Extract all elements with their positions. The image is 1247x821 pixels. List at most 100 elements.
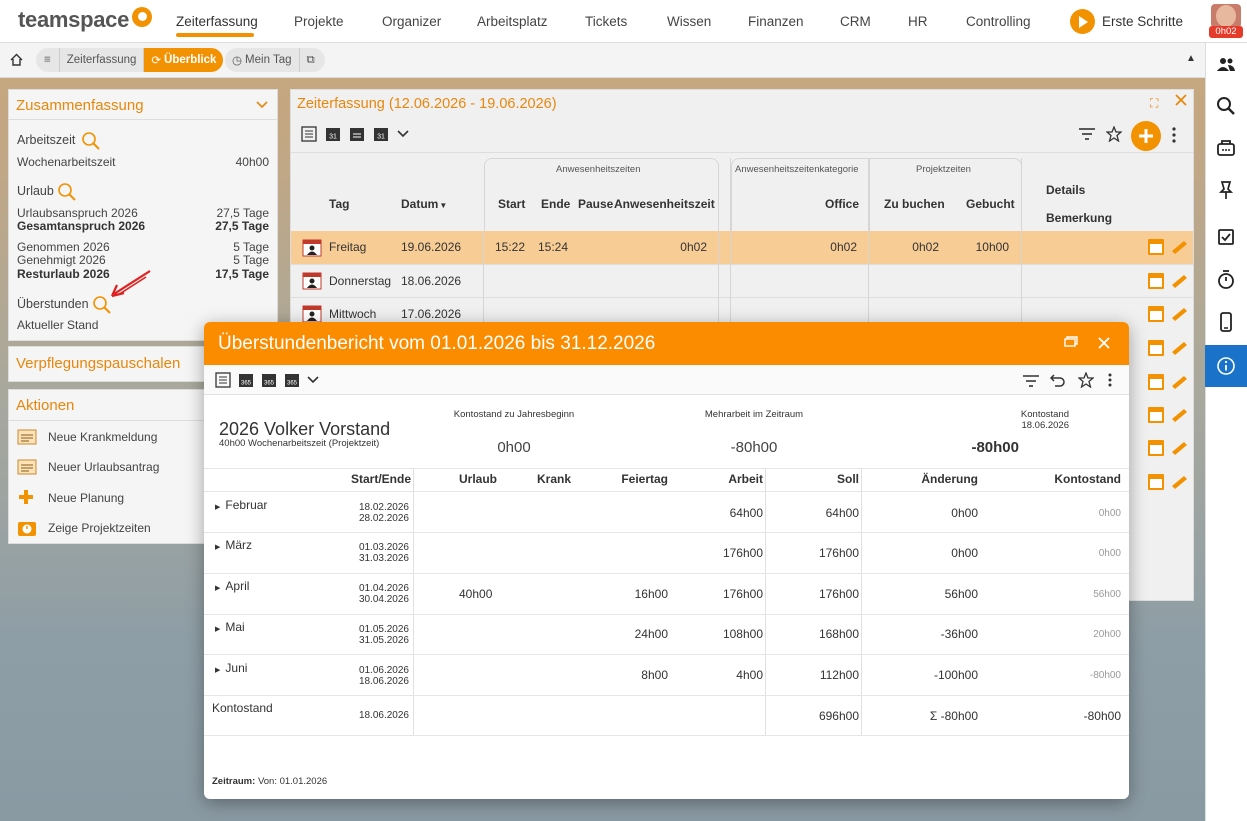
- col-datum[interactable]: Datum▼: [401, 197, 447, 211]
- breadcrumb-zeiterfassung[interactable]: Zeiterfassung: [60, 48, 145, 72]
- col-kontostand[interactable]: Kontostand: [1014, 472, 1121, 486]
- nav-tickets[interactable]: Tickets: [585, 14, 627, 29]
- search-icon[interactable]: [1205, 85, 1247, 127]
- col-urlaub[interactable]: Urlaub: [459, 472, 497, 486]
- external-link-icon[interactable]: ⧉: [300, 48, 322, 72]
- row-start: 01.03.2026: [358, 542, 409, 553]
- menu-icon[interactable]: ≡: [36, 48, 60, 72]
- users-icon[interactable]: [1205, 43, 1247, 85]
- home-icon[interactable]: [10, 53, 23, 66]
- collapse-up-icon[interactable]: ▲: [1186, 53, 1196, 64]
- chevron-down-icon[interactable]: [255, 100, 269, 110]
- chevron-down-icon[interactable]: [307, 372, 319, 388]
- view-toolbar: 31 31: [301, 126, 409, 142]
- filter-icon[interactable]: [1022, 374, 1040, 388]
- undo-icon[interactable]: [1050, 372, 1066, 388]
- expand-icon[interactable]: ▶: [215, 544, 220, 551]
- calendar-week-icon[interactable]: [349, 126, 365, 142]
- aktion-krankmeldung[interactable]: Neue Krankmeldung: [48, 430, 157, 444]
- col-feiertag[interactable]: Feiertag: [594, 472, 668, 486]
- col-tag[interactable]: Tag: [329, 197, 349, 211]
- expand-icon[interactable]: ▶: [215, 585, 220, 592]
- col-start[interactable]: Start: [498, 197, 525, 211]
- maximize-icon[interactable]: ⛶: [1150, 96, 1158, 111]
- row-end: 31.03.2026: [358, 553, 409, 564]
- divider: [204, 573, 1129, 574]
- calendar-year-icon[interactable]: 365: [284, 372, 300, 388]
- nav-finanzen[interactable]: Finanzen: [748, 14, 804, 29]
- col-details[interactable]: Details: [1046, 183, 1085, 197]
- dialog-close-icon[interactable]: [1097, 336, 1111, 350]
- add-entry-button[interactable]: [1131, 121, 1161, 151]
- restore-window-icon[interactable]: [1064, 336, 1078, 348]
- erste-schritte-button[interactable]: Erste Schritte: [1070, 9, 1183, 34]
- genehmigt-label: Genehmigt 2026: [17, 253, 106, 267]
- col-bemerkung[interactable]: Bemerkung: [1046, 211, 1112, 225]
- list-view-icon[interactable]: [301, 126, 317, 142]
- more-vert-icon[interactable]: [1108, 373, 1112, 387]
- nav-zeiterfassung[interactable]: Zeiterfassung: [176, 14, 258, 29]
- tasks-icon[interactable]: [1205, 216, 1247, 258]
- star-icon[interactable]: [1106, 126, 1122, 142]
- time-badge: 0h02: [1209, 26, 1243, 38]
- nav-arbeitsplatz[interactable]: Arbeitsplatz: [477, 14, 548, 29]
- aktion-urlaubsantrag[interactable]: Neuer Urlaubsantrag: [48, 460, 159, 474]
- inbox-icon[interactable]: [1205, 127, 1247, 169]
- col-pause[interactable]: Pause: [578, 197, 613, 211]
- nav-wissen[interactable]: Wissen: [667, 14, 711, 29]
- close-icon[interactable]: [1174, 93, 1188, 107]
- breadcrumb-ueberblick[interactable]: ⟳ Überblick: [144, 48, 224, 72]
- genommen-value: 5 Tage: [233, 240, 269, 254]
- calendar-day-icon[interactable]: 31: [373, 126, 389, 142]
- svg-text:365: 365: [264, 381, 275, 387]
- nav-controlling[interactable]: Controlling: [966, 14, 1031, 29]
- nav-hr[interactable]: HR: [908, 14, 928, 29]
- calendar-month-icon[interactable]: 31: [325, 126, 341, 142]
- search-icon[interactable]: [57, 182, 77, 202]
- col-office[interactable]: Office: [825, 197, 859, 211]
- row-feiertag: 16h00: [634, 587, 668, 601]
- chevron-down-icon[interactable]: [397, 126, 409, 142]
- row-tag: Donnerstag: [329, 274, 392, 288]
- col-zu-buchen[interactable]: Zu buchen: [884, 197, 945, 211]
- calendar-year-icon[interactable]: 365: [261, 372, 277, 388]
- row-urlaub: 40h00: [459, 587, 493, 601]
- row-office: 0h02: [830, 240, 857, 254]
- search-icon[interactable]: [81, 131, 101, 151]
- nav-crm[interactable]: CRM: [840, 14, 871, 29]
- expand-icon[interactable]: ▶: [215, 626, 220, 633]
- pin-icon[interactable]: [1205, 169, 1247, 211]
- list-view-icon[interactable]: [215, 372, 231, 388]
- row-soll: 112h00: [819, 668, 859, 682]
- col-soll[interactable]: Soll: [789, 472, 859, 486]
- teamspace-logo[interactable]: teamspace: [18, 7, 153, 33]
- mobile-icon[interactable]: [1205, 301, 1247, 343]
- row-arbeit: 176h00: [722, 546, 763, 560]
- mein-tag-button[interactable]: ◷ Mein Tag: [225, 48, 300, 72]
- breadcrumb: ≡ Zeiterfassung ⟳ Überblick: [36, 48, 224, 72]
- play-icon: [1070, 9, 1095, 34]
- star-icon[interactable]: [1078, 372, 1094, 388]
- col-start-ende[interactable]: Start/Ende: [334, 472, 411, 486]
- aktion-projektzeiten[interactable]: Zeige Projektzeiten: [48, 521, 151, 535]
- filter-icon[interactable]: [1078, 127, 1096, 141]
- urlaubsantrag-icon: [17, 458, 37, 476]
- kpi-jahresbeginn-value: 0h00: [497, 439, 531, 456]
- col-anwesenheitszeit[interactable]: Anwesenheitszeit: [614, 197, 715, 211]
- nav-organizer[interactable]: Organizer: [382, 14, 441, 29]
- kpi-kontostand-value: -80h00: [971, 439, 1019, 456]
- col-aenderung[interactable]: Änderung: [894, 472, 978, 486]
- col-krank[interactable]: Krank: [537, 472, 571, 486]
- col-ende[interactable]: Ende: [541, 197, 570, 211]
- table-row-februar[interactable]: [204, 492, 1129, 533]
- nav-projekte[interactable]: Projekte: [294, 14, 344, 29]
- expand-icon[interactable]: ▶: [215, 667, 220, 674]
- calendar-year-icon[interactable]: 365: [238, 372, 254, 388]
- stopwatch-icon[interactable]: [1205, 259, 1247, 301]
- col-gebucht[interactable]: Gebucht: [966, 197, 1015, 211]
- more-vert-icon[interactable]: [1172, 127, 1176, 143]
- expand-icon[interactable]: ▶: [215, 504, 220, 511]
- info-icon[interactable]: [1205, 345, 1247, 387]
- col-arbeit[interactable]: Arbeit: [694, 472, 763, 486]
- aktion-planung[interactable]: Neue Planung: [48, 491, 124, 505]
